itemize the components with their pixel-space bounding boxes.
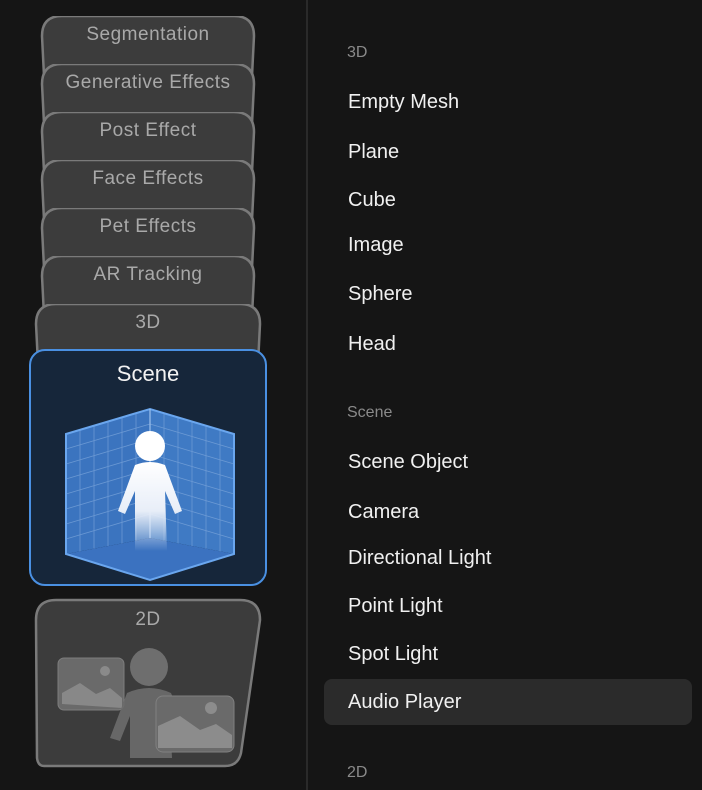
- card-label: Post Effect: [99, 120, 197, 141]
- list-item-scene-object[interactable]: Scene Object: [324, 439, 692, 485]
- list-item-sphere[interactable]: Sphere: [324, 271, 692, 317]
- card-label: Pet Effects: [99, 216, 197, 237]
- list-item-image[interactable]: Image: [324, 222, 692, 268]
- category-card-2d[interactable]: 2D: [0, 598, 300, 770]
- divider: [306, 0, 308, 790]
- section-header-2d: 2D: [347, 764, 368, 781]
- section-header-3d: 3D: [347, 44, 368, 61]
- card-label: 3D: [135, 312, 161, 333]
- list-item-cube[interactable]: Cube: [324, 177, 692, 223]
- list-item-point-light[interactable]: Point Light: [324, 583, 692, 629]
- list-item-spot-light[interactable]: Spot Light: [324, 631, 692, 677]
- category-card-scene[interactable]: Scene: [29, 349, 267, 586]
- list-item-audio-player[interactable]: Audio Player: [324, 679, 692, 725]
- scene-icon: [65, 407, 235, 582]
- card-label: Generative Effects: [65, 72, 231, 93]
- card-label: 2D: [135, 609, 161, 630]
- list-item-directional-light[interactable]: Directional Light: [324, 535, 692, 581]
- card-label: Segmentation: [86, 24, 210, 45]
- card-label: AR Tracking: [93, 264, 203, 285]
- list-item-plane[interactable]: Plane: [324, 129, 692, 175]
- list-item-head[interactable]: Head: [324, 321, 692, 367]
- list-item-empty-mesh[interactable]: Empty Mesh: [324, 79, 692, 125]
- card-label: Face Effects: [92, 168, 204, 189]
- section-header-scene: Scene: [347, 404, 393, 421]
- list-item-camera[interactable]: Camera: [324, 489, 692, 535]
